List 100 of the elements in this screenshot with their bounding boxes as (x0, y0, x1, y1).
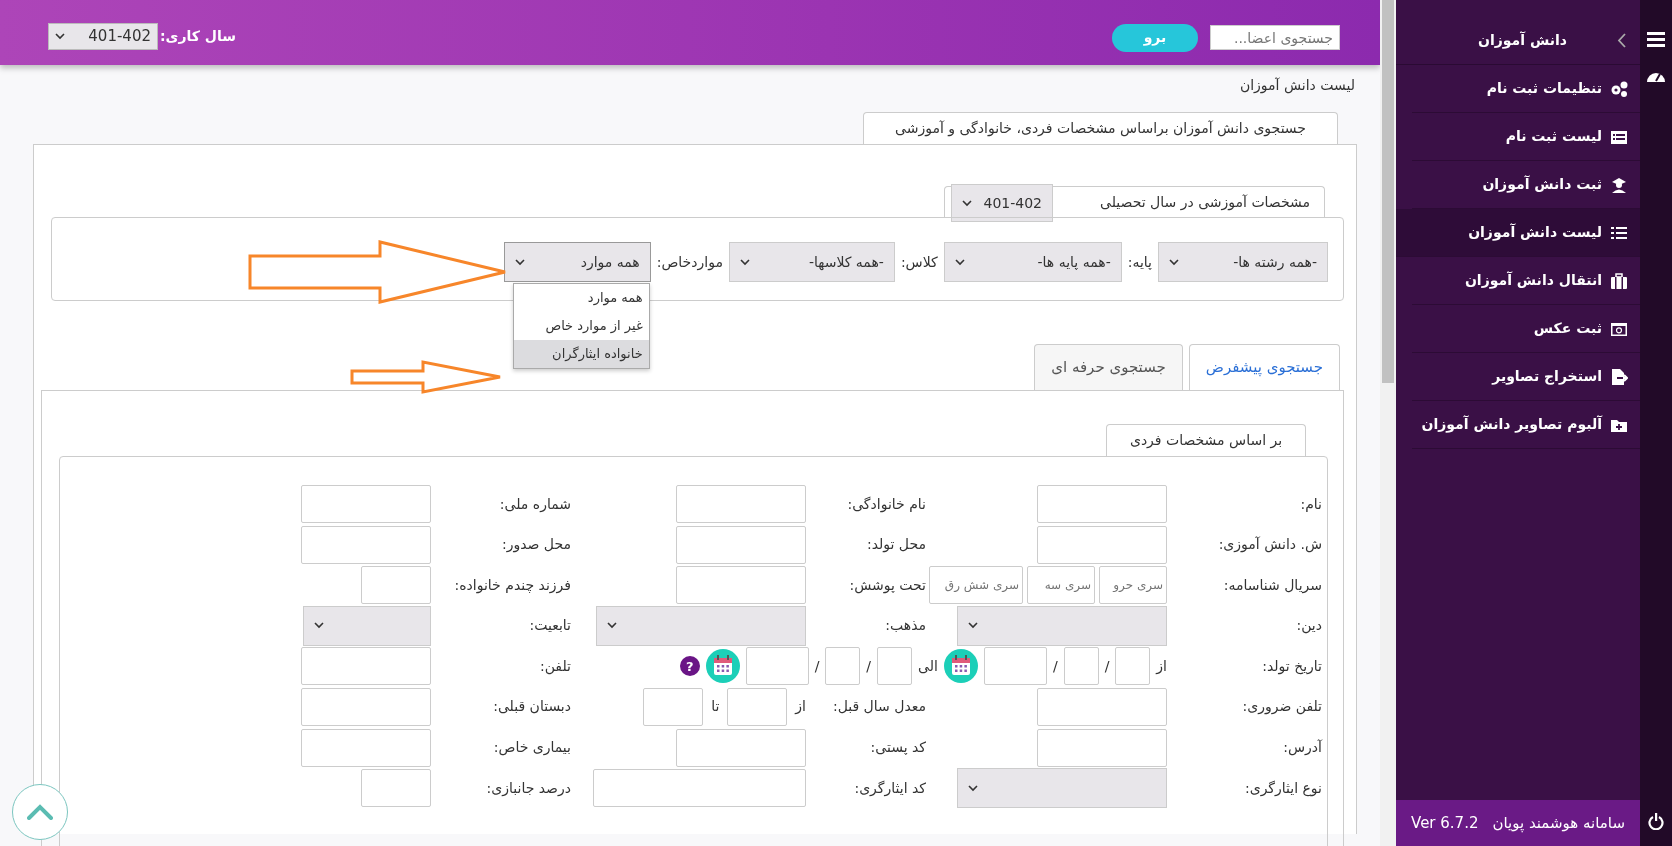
tab[interactable]: جستجوی دانش آموزان براساس مشخصات فردی، خانوادگی و آموزشی (863, 112, 1338, 144)
field-label: نوع ایثارگری: (1243, 778, 1322, 799)
chevron-icon (954, 258, 965, 266)
chevron-up-icon (27, 804, 53, 820)
text-field[interactable] (301, 485, 431, 523)
text-field[interactable] (1037, 485, 1167, 523)
field-label: سریال شناسامه: (1222, 575, 1322, 596)
text-field[interactable] (983, 647, 1047, 686)
field-label: ش. دانش آموزی: (1217, 535, 1322, 555)
range-label: از (795, 697, 806, 717)
calendar-icon[interactable] (705, 649, 740, 684)
text-field[interactable] (1037, 687, 1167, 726)
chevron-icon (739, 258, 750, 266)
text-field[interactable] (1037, 525, 1167, 564)
range-label: الی (918, 656, 938, 676)
text-field[interactable] (676, 566, 806, 605)
filter-label: مواردخاص: (656, 252, 723, 273)
text-field[interactable] (301, 728, 431, 767)
graduate-icon (1610, 175, 1628, 194)
text-field[interactable]: سری حرو (1099, 566, 1167, 605)
scrollbar-thumb[interactable] (1382, 0, 1394, 383)
help-icon[interactable]: ? (679, 656, 700, 677)
text-field[interactable] (643, 687, 704, 726)
date-separator: / (1104, 656, 1110, 676)
chevron-icon (968, 784, 978, 792)
chevron-icon (1169, 258, 1179, 266)
text-field[interactable] (361, 769, 431, 808)
field-label: آدرس: (1282, 738, 1322, 758)
menu-icon[interactable] (1647, 32, 1665, 47)
field-label: معدل سال قبل: (831, 697, 926, 717)
text-field[interactable]: سری سه (1027, 566, 1095, 605)
power-icon[interactable] (1648, 813, 1664, 830)
field-label: شماره ملی: (498, 494, 571, 515)
text-field[interactable] (745, 647, 809, 686)
text-field[interactable] (877, 647, 913, 686)
field-label: تاریخ تولد: (1261, 656, 1322, 677)
gears-icon (1610, 79, 1628, 98)
text-field[interactable] (1115, 647, 1151, 686)
field-label: تابعیت: (528, 616, 571, 636)
dropdown-option[interactable]: خانواده ایثارگران (513, 340, 649, 368)
dropdown[interactable] (957, 768, 1167, 809)
chevron-icon (607, 622, 617, 630)
text-field[interactable] (676, 728, 806, 767)
filter-label: کلاس: (900, 252, 938, 273)
dropdown[interactable]: -همه رشته ها- (1158, 242, 1328, 282)
chevron-icon (314, 622, 324, 630)
field-label: تلفن ضروری: (1241, 697, 1322, 717)
sidebar-item[interactable]: لیست دانش آموزان (1396, 209, 1640, 257)
text-field[interactable] (593, 769, 806, 808)
field-label: بیماری خاص: (492, 738, 571, 758)
field-label: نام: (1299, 494, 1322, 514)
field-label: دبستان قبلی: (492, 697, 571, 717)
field-label: مذهب: (884, 616, 926, 636)
dropdown-option[interactable]: همه موارد (513, 284, 649, 312)
year-label: سال کاری: (160, 27, 236, 46)
text-field[interactable] (301, 525, 431, 564)
dropdown[interactable]: -همه کلاسها- (728, 242, 895, 282)
scroll-top-button[interactable] (12, 784, 68, 840)
year-dropdown[interactable]: 401-402 (951, 184, 1053, 222)
text-field[interactable] (676, 485, 806, 523)
chevron-icon (968, 622, 978, 630)
dropdown[interactable]: -همه پایه ها- (943, 242, 1122, 282)
field-label: تلفن: (539, 656, 571, 677)
sidebar-item[interactable]: استخراج تصاویر (1412, 353, 1640, 401)
field-label: محل تولد: (865, 535, 926, 555)
sidebar-item[interactable]: انتقال دانش آموزان (1412, 257, 1640, 305)
tab[interactable]: جستجوی حرفه ای (1034, 344, 1183, 390)
text-field[interactable]: سری شش رق (929, 566, 1023, 605)
field-label: فرزند چندم خانواده: (453, 575, 571, 596)
text-field[interactable] (361, 566, 431, 605)
sidebar-item[interactable]: تنظیمات ثبت نام (1412, 65, 1640, 113)
text-field[interactable] (301, 647, 431, 686)
date-separator: / (866, 656, 872, 676)
text-field[interactable] (676, 525, 806, 564)
field-label: درصد جانبازی: (485, 778, 571, 799)
field-label: کد پستی: (869, 738, 926, 758)
version-text: Ver 6.7.2 (1411, 812, 1479, 834)
text-field[interactable] (825, 647, 861, 686)
sidebar-item[interactable]: آلبوم تصاویر دانش آموزان (1412, 401, 1640, 449)
text-field[interactable] (727, 687, 788, 726)
field-label: کد ایثارگری: (853, 778, 926, 799)
sidebar-item[interactable]: ثبت عکس (1412, 305, 1640, 353)
date-separator: / (814, 656, 820, 676)
dropdown-option[interactable]: غیر از موارد خاص (513, 312, 649, 340)
tab[interactable]: جستجوی پیشفرض (1188, 344, 1340, 390)
chevron-left-icon (1617, 33, 1626, 48)
text-field[interactable] (301, 687, 431, 726)
sidebar-item[interactable]: لیست ثبت نام (1412, 113, 1640, 161)
dropdown[interactable] (303, 605, 431, 646)
calendar-icon[interactable] (943, 649, 978, 684)
text-field[interactable] (1037, 728, 1167, 767)
filter-label: پایه: (1127, 252, 1152, 272)
field-label: تحت پوشش: (848, 575, 926, 596)
year-dropdown[interactable]: 401-402 (48, 23, 158, 50)
chevron-icon (962, 199, 972, 207)
search-field[interactable]: جستجوی اعضا... (1210, 25, 1340, 50)
product-name: سامانه هوشمند پویان (1492, 812, 1625, 835)
range-label: تا (711, 697, 720, 717)
suitcase-icon (1610, 271, 1628, 290)
text-field[interactable] (1063, 647, 1099, 686)
